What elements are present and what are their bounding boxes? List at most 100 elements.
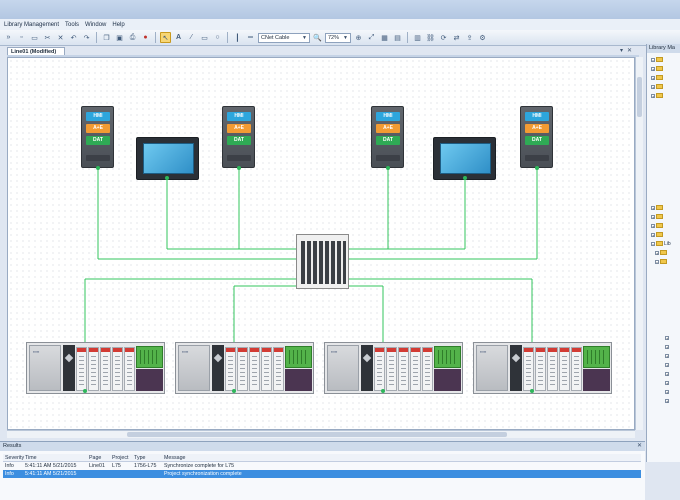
expand-icon[interactable]: + [651,84,655,89]
expand-icon[interactable]: + [665,344,669,349]
new-icon[interactable]: ▫ [16,32,27,43]
expand-icon[interactable]: + [665,335,669,340]
column-header-message[interactable]: Message [164,455,464,461]
tree-node[interactable]: + [651,92,680,99]
tree-node[interactable]: + [665,379,680,386]
hmi-device[interactable]: HMI A+E DAT [81,106,114,168]
expand-icon[interactable]: + [665,371,669,376]
export-icon[interactable]: ⇪ [464,32,475,43]
expand-icon[interactable]: + [665,353,669,358]
open-icon[interactable]: ▭ [29,32,40,43]
expand-icon[interactable]: + [651,223,655,228]
table-row[interactable]: Info 5:41:11 AM 5/21/2015 Project synchr… [3,470,641,478]
collapse-icon[interactable]: − [651,57,655,62]
close-icon[interactable]: ✕ [627,47,632,54]
tree-node[interactable]: + [665,334,680,341]
column-header-type[interactable]: Type [134,455,164,461]
menu-help[interactable]: Help [112,22,124,28]
tree-node[interactable]: + [651,222,680,229]
close-icon[interactable]: ✕ [637,442,642,449]
expand-icon[interactable]: + [665,398,669,403]
expand-icon[interactable]: + [651,214,655,219]
network-switch[interactable] [296,234,349,289]
tree-node[interactable]: + [665,388,680,395]
print-icon[interactable]: ⎙ [127,32,138,43]
vertical-scrollbar[interactable] [635,57,643,430]
expand-icon[interactable]: + [651,232,655,237]
collapse-icon[interactable]: − [651,241,655,246]
table-row[interactable]: Info 5:41:11 AM 5/21/2015 Line01 L75 175… [3,462,641,470]
tree-node[interactable]: − [655,258,680,265]
plc-rack[interactable]: ▪▪▪▪▪ [324,342,463,394]
tree-node[interactable]: + [651,65,680,72]
sync-icon[interactable]: ⟳ [438,32,449,43]
column-header-severity[interactable]: Severity [3,455,25,461]
line-tool-icon[interactable]: ⁄ [186,32,197,43]
grid-icon[interactable]: ▦ [379,32,390,43]
zoom-in-icon[interactable]: ⊕ [353,32,364,43]
cut-icon[interactable]: ✂ [42,32,53,43]
cable-icon[interactable]: ═ [245,32,256,43]
collapse-icon[interactable]: − [655,259,659,264]
column-header-page[interactable]: Page [89,455,112,461]
chevron-down-icon[interactable]: ▾ [620,47,623,54]
scroll-thumb[interactable] [637,77,642,117]
menu-window[interactable]: Window [85,22,106,28]
menu-library-management[interactable]: Library Management [4,22,59,28]
expand-icon[interactable]: + [651,75,655,80]
expand-icon[interactable]: + [651,93,655,98]
column-header-project[interactable]: Project [112,455,134,461]
expand-icon[interactable]: + [665,362,669,367]
properties-icon[interactable]: ● [140,32,151,43]
tree-node[interactable]: + [665,361,680,368]
pointer-tool-icon[interactable]: ↖ [160,32,171,43]
paste-icon[interactable]: ▣ [114,32,125,43]
tree-node[interactable]: + [651,204,680,211]
expand-icon[interactable]: + [651,205,655,210]
tree-node[interactable]: + [655,249,680,256]
expand-icon[interactable]: + [665,380,669,385]
panel-pc[interactable] [433,137,496,180]
tree-node[interactable]: + [651,231,680,238]
tree-node[interactable]: + [651,83,680,90]
tree-node[interactable]: + [651,213,680,220]
toggle-icon[interactable]: » [3,32,14,43]
horizontal-scrollbar[interactable] [7,430,635,438]
tree-node[interactable]: + [665,352,680,359]
zoom-select[interactable]: 72% ▼ [325,32,351,43]
compare-icon[interactable]: ⇄ [451,32,462,43]
expand-icon[interactable]: + [655,250,659,255]
tree-node[interactable]: − [651,56,680,63]
cable-type-select[interactable]: CNet Cable ▼ [258,32,310,43]
expand-icon[interactable]: + [665,389,669,394]
column-header-time[interactable]: Time [25,455,89,461]
tree-node[interactable]: + [665,397,680,404]
plc-rack[interactable]: ▪▪▪▪▪ [473,342,612,394]
connector-tool-icon[interactable]: ┃ [232,32,243,43]
hmi-device[interactable]: HMI A+E DAT [371,106,404,168]
menu-tools[interactable]: Tools [65,22,79,28]
tree-node[interactable]: + [651,74,680,81]
library-icon[interactable]: ▥ [412,32,423,43]
plc-rack[interactable]: ▪▪▪▪▪ [175,342,314,394]
text-tool-icon[interactable]: A [173,32,184,43]
rectangle-tool-icon[interactable]: ▭ [199,32,210,43]
plc-rack[interactable]: ▪▪▪▪▪ [26,342,165,394]
ellipse-tool-icon[interactable]: ○ [212,32,223,43]
layout-icon[interactable]: ▤ [392,32,403,43]
tree-node[interactable]: − Lib [651,240,680,247]
zoom-out-icon[interactable]: 🔍 [312,32,323,43]
hmi-device[interactable]: HMI A+E DAT [520,106,553,168]
hmi-device[interactable]: HMI A+E DAT [222,106,255,168]
tree-node[interactable]: + [665,370,680,377]
undo-icon[interactable]: ↶ [68,32,79,43]
scroll-thumb[interactable] [127,432,507,437]
panel-pc[interactable] [136,137,199,180]
link-icon[interactable]: ⛓ [425,32,436,43]
copy-icon[interactable]: ❐ [101,32,112,43]
tree-node[interactable]: + [665,343,680,350]
expand-icon[interactable]: + [651,66,655,71]
redo-icon[interactable]: ↷ [81,32,92,43]
diagram-canvas[interactable]: HMI A+E DAT HMI A+E DAT HMI A+E DAT HMI … [7,57,635,430]
fit-icon[interactable]: ⤢ [366,32,377,43]
